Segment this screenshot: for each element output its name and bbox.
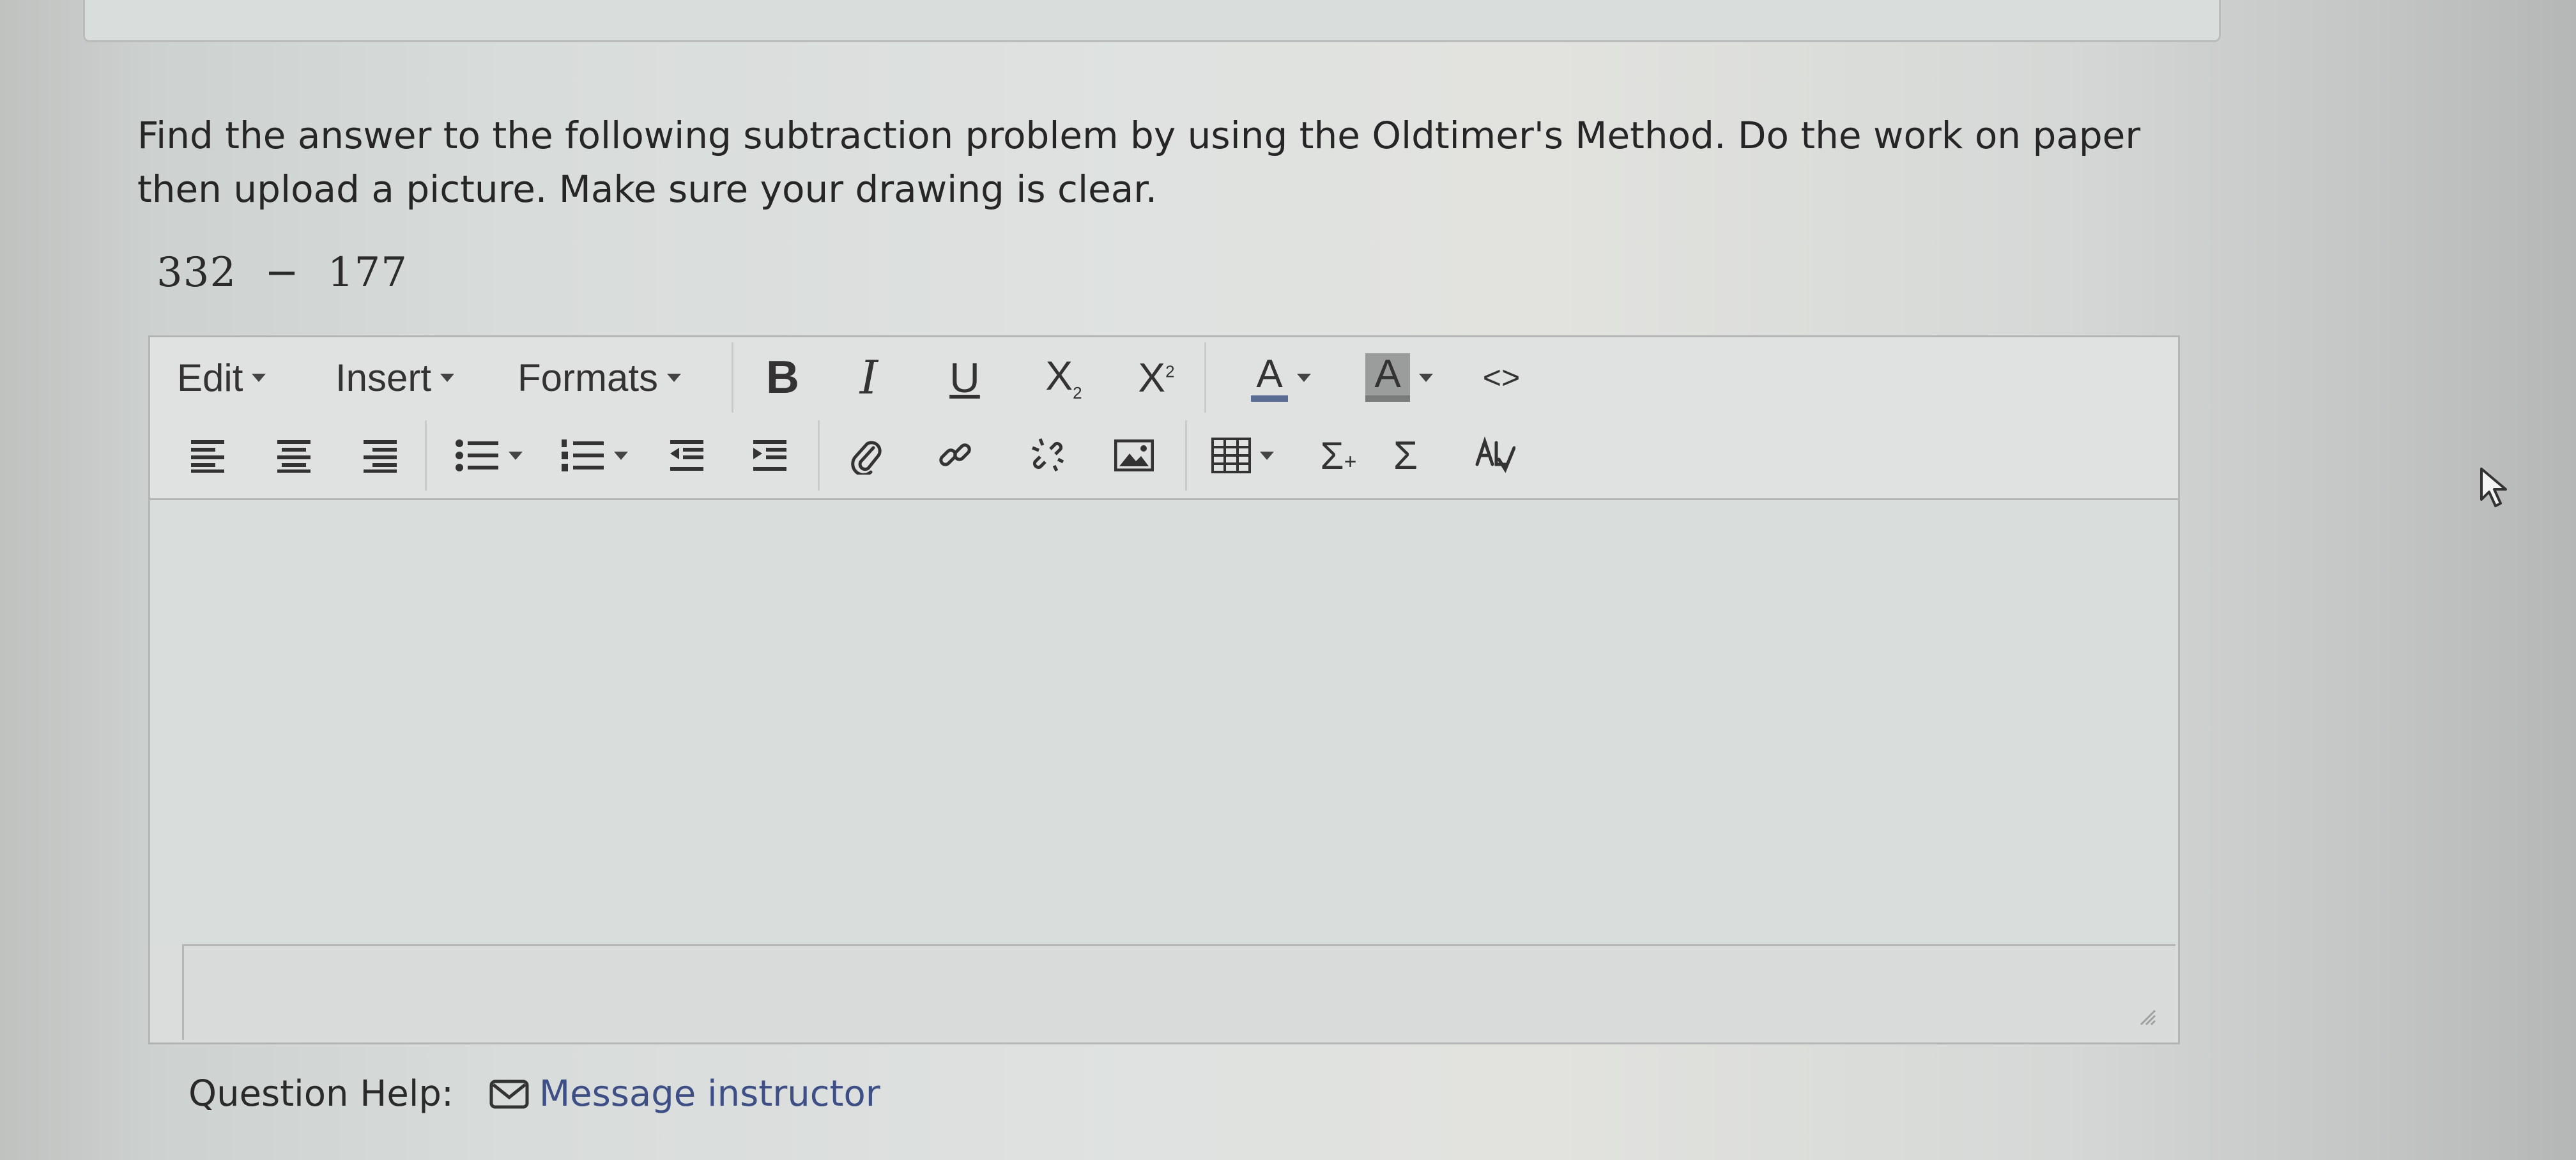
chevron-down-icon [614,451,628,460]
image-icon [1114,439,1154,471]
toolbar-row-2: Σ+ Σ [150,420,2178,497]
question-line-2: then upload a picture. Make sure your dr… [137,167,1158,211]
image-button[interactable] [1102,420,1166,491]
spellcheck-icon [1475,436,1515,473]
italic-icon: I [859,351,878,404]
insert-menu[interactable]: Insert [335,342,455,413]
text-color-button[interactable]: A [1233,342,1329,413]
question-help-label: Question Help: [188,1073,454,1115]
chevron-down-icon [667,373,682,382]
align-center-icon [277,440,310,473]
unlink-icon [1032,438,1064,472]
formats-menu[interactable]: Formats [518,342,682,413]
attachment-icon [851,441,882,475]
numbered-list-button[interactable] [546,420,642,491]
bold-icon: B [766,352,799,403]
toolbar-divider [1185,420,1187,491]
subtrahend: 177 [327,249,408,296]
equation-editor-button[interactable]: Σ [1380,420,1431,491]
editor-content-area[interactable] [150,500,2178,947]
text-color-icon: A [1251,353,1288,402]
chevron-down-icon [509,451,523,460]
insert-equation-button[interactable]: Σ+ [1307,420,1370,491]
message-instructor-link[interactable]: Message instructor [489,1073,880,1115]
editor-toolbar: Edit Insert Formats B I U X2 X2 A A <> Σ… [150,337,2178,500]
edit-menu-label: Edit [177,356,243,399]
toolbar-divider [818,420,820,491]
mouse-pointer-icon [2480,468,2507,507]
bullet-list-icon [456,439,498,471]
outdent-button[interactable] [661,420,712,491]
outdent-icon [670,440,703,471]
edit-menu[interactable]: Edit [177,342,266,413]
minus-sign: − [264,249,300,296]
chevron-down-icon [1296,373,1311,382]
math-problem: 332−177 [157,249,408,296]
underline-button[interactable]: U [942,342,987,413]
link-icon [939,443,971,466]
toolbar-divider [425,420,427,491]
envelope-icon [489,1080,529,1108]
message-instructor-label: Message instructor [539,1073,880,1115]
toolbar-row-1: Edit Insert Formats B I U X2 X2 A A <> [150,342,2178,419]
background-color-icon: A [1365,353,1410,402]
attachment-button[interactable] [837,420,894,491]
indent-button[interactable] [744,420,795,491]
spellcheck-button[interactable] [1466,420,1524,491]
rich-text-editor: Edit Insert Formats B I U X2 X2 A A <> Σ… [148,335,2180,1044]
align-left-icon [191,440,224,473]
question-line-1: Find the answer to the following subtrac… [137,114,2141,157]
bold-button[interactable]: B [760,342,805,413]
code-icon: <> [1482,360,1521,395]
indent-icon [753,440,786,471]
unlink-button[interactable] [1019,420,1077,491]
source-code-button[interactable]: <> [1473,342,1530,413]
previous-panel [83,0,2221,42]
italic-button[interactable]: I [847,342,891,413]
align-right-icon [364,440,397,473]
toolbar-divider [1204,342,1206,413]
question-text: Find the answer to the following subtrac… [137,109,2246,216]
minuend: 332 [157,249,237,296]
link-button[interactable] [926,420,984,491]
superscript-icon: X2 [1138,355,1175,401]
subscript-button[interactable]: X2 [1032,342,1096,413]
formats-menu-label: Formats [518,356,659,399]
table-button[interactable] [1198,420,1287,491]
resize-handle-icon[interactable] [2137,1007,2156,1026]
chevron-down-icon [440,373,455,382]
editor-status-bar [182,944,2175,1040]
sigma-plus-icon: Σ+ [1320,434,1357,477]
question-help: Question Help: Message instructor [188,1073,880,1115]
sigma-icon: Σ [1393,433,1418,478]
bullet-list-button[interactable] [441,420,537,491]
chevron-down-icon [1418,373,1433,382]
align-center-button[interactable] [268,420,319,491]
toolbar-divider [732,342,733,413]
underline-icon: U [949,354,980,401]
align-right-button[interactable] [355,420,406,491]
subscript-icon: X2 [1045,353,1082,402]
chevron-down-icon [1260,451,1274,460]
superscript-button[interactable]: X2 [1124,342,1188,413]
align-left-button[interactable] [182,420,233,491]
background-color-button[interactable]: A [1342,342,1457,413]
chevron-down-icon [252,373,266,382]
table-icon [1211,438,1251,473]
numbered-list-icon [562,439,604,471]
insert-menu-label: Insert [335,356,432,399]
